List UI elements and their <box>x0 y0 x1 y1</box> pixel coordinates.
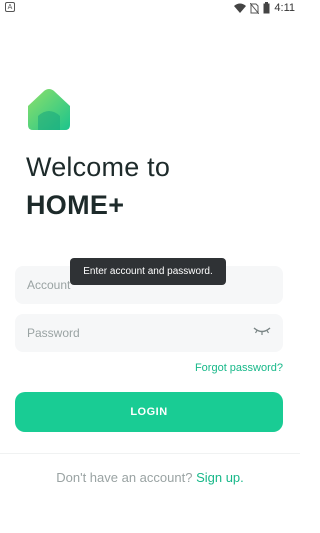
status-time: 4:11 <box>274 2 295 14</box>
no-sim-icon <box>250 2 260 14</box>
password-placeholder: Password <box>27 326 80 340</box>
forgot-password-link[interactable]: Forgot password? <box>195 362 283 374</box>
status-bar: A 4:11 <box>0 0 300 16</box>
home-logo-icon <box>28 89 70 130</box>
login-button[interactable]: LOGIN <box>15 392 283 432</box>
signup-link[interactable]: Sign up. <box>196 470 244 485</box>
signup-row: Don't have an account? Sign up. <box>0 470 300 485</box>
account-placeholder: Account <box>27 278 71 292</box>
brand-name: HOME+ <box>26 190 125 220</box>
status-icons: 4:11 <box>234 1 295 15</box>
eye-closed-icon[interactable] <box>253 326 271 336</box>
battery-icon <box>263 2 270 14</box>
welcome-heading: Welcome to <box>26 152 171 182</box>
tooltip: Enter account and password. <box>70 258 226 285</box>
signup-prompt: Don't have an account? <box>56 470 193 485</box>
password-input[interactable]: Password <box>15 314 283 352</box>
notification-a-icon: A <box>5 2 15 12</box>
wifi-icon <box>234 3 247 13</box>
divider <box>0 453 300 454</box>
